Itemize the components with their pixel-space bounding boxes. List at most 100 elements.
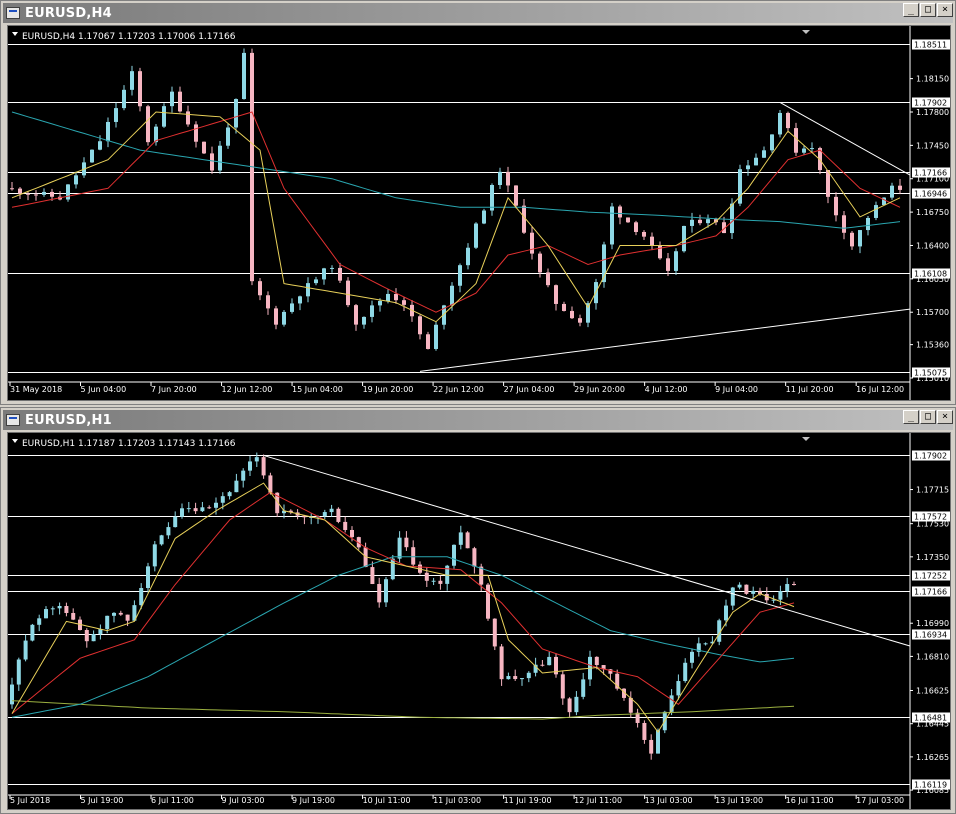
bull-candle	[10, 684, 14, 705]
window-buttons: _ □ ×	[903, 410, 953, 424]
bull-candle	[890, 185, 894, 198]
x-tick-label: 29 Jun 20:00	[574, 385, 625, 394]
trendline	[263, 454, 911, 647]
bull-candle	[330, 267, 334, 269]
bull-candle	[226, 127, 230, 146]
bull-candle	[874, 205, 878, 218]
dropdown-triangle-icon[interactable]	[12, 32, 18, 36]
bull-candle	[16, 659, 21, 685]
chart-window-icon	[6, 414, 20, 426]
bear-candle	[336, 508, 341, 522]
x-tick-label: 5 Jun 04:00	[81, 385, 127, 394]
level-price-label: 1.17252	[914, 572, 947, 581]
bull-candle	[186, 508, 191, 510]
bull-candle	[431, 580, 436, 582]
bear-candle	[506, 171, 510, 186]
price-chart-h1[interactable]: EURUSD,H1 1.17187 1.17203 1.17143 1.1716…	[8, 433, 950, 809]
bear-candle	[649, 739, 654, 754]
bull-candle	[322, 512, 327, 517]
bull-candle	[866, 217, 870, 231]
bear-candle	[786, 112, 790, 129]
window-titlebar[interactable]: EURUSD,H1	[3, 410, 953, 430]
bull-candle	[66, 184, 70, 200]
bear-candle	[666, 258, 670, 271]
bull-candle	[458, 532, 463, 545]
level-price-label: 1.16108	[914, 270, 947, 279]
bear-candle	[377, 584, 382, 603]
close-button[interactable]: ×	[937, 410, 953, 424]
bear-candle	[642, 722, 647, 740]
bear-candle	[650, 236, 654, 246]
bull-candle	[751, 590, 756, 594]
level-price-label: 1.17902	[914, 452, 947, 461]
bear-candle	[10, 188, 14, 190]
bull-candle	[227, 492, 232, 497]
bull-candle	[520, 678, 524, 680]
bull-candle	[450, 285, 454, 306]
trendline	[419, 308, 911, 372]
window-titlebar[interactable]: EURUSD,H4	[3, 3, 953, 23]
dropdown-triangle-icon[interactable]	[12, 439, 18, 443]
bull-candle	[139, 588, 144, 606]
minimize-button[interactable]: _	[903, 3, 919, 17]
chart-window-h1[interactable]: EURUSD,H1 _ □ × EURUSD,H1 1.17187 1.1720…	[0, 407, 956, 814]
level-price-label: 1.17166	[914, 588, 947, 597]
y-tick-label: 1.16750	[916, 208, 949, 217]
chart-window-icon	[6, 7, 20, 19]
moving-average-fast	[11, 111, 901, 323]
bull-candle	[234, 99, 238, 128]
bull-candle	[858, 230, 862, 247]
bull-candle	[98, 141, 102, 150]
bull-candle	[200, 507, 205, 512]
bull-candle	[802, 148, 806, 153]
x-tick-label: 12 Jun 12:00	[222, 385, 273, 394]
bear-candle	[792, 584, 796, 586]
bear-candle	[146, 106, 150, 143]
bear-candle	[530, 232, 534, 254]
bull-candle	[778, 112, 782, 135]
minimize-button[interactable]: _	[903, 410, 919, 424]
symbol-info-label: EURUSD,H1 1.17187 1.17203 1.17143 1.1716…	[22, 439, 236, 449]
x-tick-label: 6 Jul 11:00	[151, 796, 194, 805]
y-tick-label: 1.15700	[916, 308, 949, 317]
bull-candle	[362, 316, 366, 325]
bull-candle	[770, 134, 774, 151]
bear-candle	[465, 532, 470, 549]
bear-candle	[426, 334, 430, 349]
x-tick-label: 15 Jun 04:00	[292, 385, 343, 394]
bull-candle	[122, 89, 126, 109]
bull-candle	[547, 656, 552, 666]
bull-candle	[214, 502, 218, 508]
bear-candle	[898, 185, 902, 190]
bull-candle	[737, 584, 742, 588]
bull-candle	[23, 640, 28, 660]
close-button[interactable]: ×	[937, 3, 953, 17]
chart-window-h4[interactable]: EURUSD,H4 _ □ × EURUSD,H4 1.17067 1.1720…	[0, 0, 956, 405]
chart-canvas-h4[interactable]: EURUSD,H4 1.17067 1.17203 1.17006 1.1716…	[7, 25, 951, 401]
x-tick-label: 16 Jul 12:00	[856, 385, 904, 394]
moving-average-mid	[11, 491, 795, 714]
level-price-label: 1.17902	[914, 99, 947, 108]
bull-candle	[386, 293, 390, 302]
bull-candle	[74, 175, 78, 185]
level-price-label: 1.16946	[914, 190, 947, 199]
bear-candle	[570, 310, 574, 319]
bull-candle	[384, 579, 388, 603]
bear-candle	[346, 280, 350, 306]
bull-candle	[674, 251, 678, 271]
bear-candle	[626, 217, 630, 223]
chart-canvas-h1[interactable]: EURUSD,H1 1.17187 1.17203 1.17143 1.1716…	[7, 432, 951, 810]
bear-candle	[186, 111, 190, 125]
bear-candle	[194, 124, 198, 142]
maximize-button[interactable]: □	[920, 410, 936, 424]
bull-candle	[42, 191, 46, 195]
trendline	[779, 102, 911, 176]
bull-candle	[106, 121, 110, 142]
bear-candle	[178, 91, 182, 112]
bull-candle	[690, 651, 694, 663]
bull-candle	[378, 301, 382, 306]
level-price-label: 1.18511	[914, 41, 947, 50]
price-chart-h4[interactable]: EURUSD,H4 1.17067 1.17203 1.17006 1.1716…	[8, 26, 950, 400]
maximize-button[interactable]: □	[920, 3, 936, 17]
bear-candle	[538, 253, 542, 273]
